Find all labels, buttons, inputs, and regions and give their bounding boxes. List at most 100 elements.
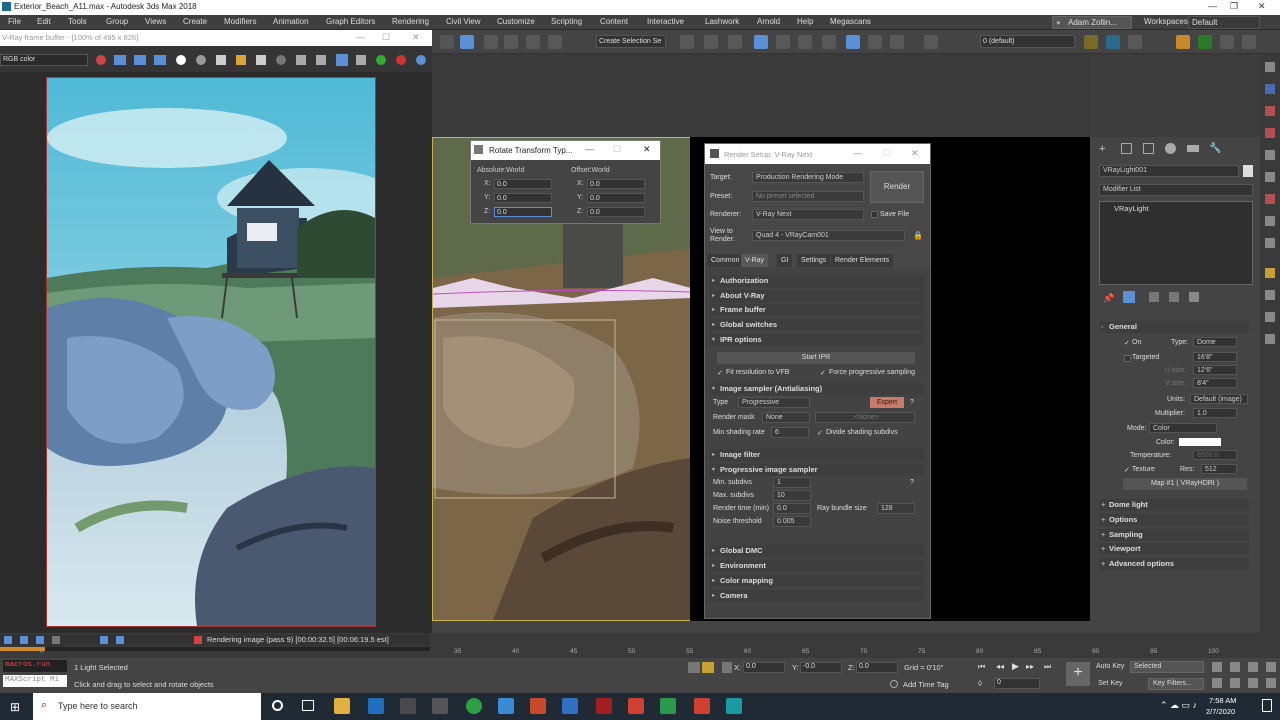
layer-manager-icon[interactable]	[924, 35, 938, 49]
target-dropdown[interactable]: Production Rendering Mode	[752, 172, 864, 183]
menu-modifiers[interactable]: Modifiers	[224, 17, 256, 26]
chrome-icon[interactable]	[466, 698, 482, 714]
render-refresh-icon[interactable]	[376, 55, 386, 65]
zoom-icon[interactable]	[1212, 662, 1222, 672]
object-color-swatch[interactable]	[1243, 165, 1253, 177]
menu-help[interactable]: Help	[797, 17, 813, 26]
forest-icon[interactable]	[1176, 35, 1190, 49]
material-editor-icon[interactable]	[822, 35, 836, 49]
app-icon-3[interactable]	[628, 698, 644, 714]
vsize-field[interactable]: 8'4"	[1193, 378, 1237, 388]
tool-icon-2[interactable]	[1265, 84, 1275, 94]
texture-checkbox[interactable]: ✓	[1124, 466, 1130, 474]
rollout-image-sampler[interactable]: Image sampler (Antialiasing)	[710, 383, 924, 395]
map-button[interactable]: Map #1 ( VRayHDRI )	[1123, 478, 1247, 490]
rollout-progressive-sampler[interactable]: Progressive image sampler	[710, 464, 924, 476]
lock-icon[interactable]: 🔒	[913, 231, 923, 240]
menu-lashwork[interactable]: Lashwork	[705, 17, 739, 26]
menu-interactive[interactable]: Interactive	[647, 17, 684, 26]
divide-shading-checkbox[interactable]: ✓	[817, 429, 823, 437]
vfb-close-icon[interactable]: ✕	[412, 32, 420, 43]
menu-civil-view[interactable]: Civil View	[446, 17, 481, 26]
layer-dropdown[interactable]: 0 (default)	[980, 35, 1075, 48]
multiplier-field[interactable]: 1.0	[1193, 408, 1237, 418]
min-subdivs-field[interactable]: 1	[773, 477, 811, 488]
selection-set-dropdown[interactable]: Create Selection Se	[596, 35, 666, 48]
targeted-field[interactable]: 16'8"	[1193, 352, 1237, 362]
hierarchy-tab-icon[interactable]	[1143, 143, 1154, 154]
vray-tools-icon[interactable]	[1128, 35, 1142, 49]
rotate-close-icon[interactable]: ✕	[643, 144, 651, 155]
preset-dropdown[interactable]: No preset selected	[752, 191, 864, 202]
view-to-render-dropdown[interactable]: Quad 4 - VRayCam001	[752, 230, 905, 241]
vfb-status-icon-5[interactable]	[100, 636, 108, 644]
powerpoint-icon[interactable]	[530, 698, 546, 714]
modifier-stack[interactable]: VRayLight	[1099, 201, 1253, 285]
vfb-status-icon-7[interactable]	[194, 636, 202, 644]
rollout-frame-buffer[interactable]: Frame buffer	[710, 304, 924, 316]
modifier-stack-item[interactable]: VRayLight	[1114, 204, 1149, 213]
store-icon[interactable]	[400, 698, 416, 714]
file-explorer-icon[interactable]	[334, 698, 350, 714]
renderer-dropdown[interactable]: V-Ray Next	[752, 209, 864, 220]
rollout-global-switches[interactable]: Global switches	[710, 319, 924, 331]
render-setup-minimize-icon[interactable]: —	[853, 148, 862, 158]
light-type-dropdown[interactable]: Dome	[1193, 337, 1237, 347]
modify-tab-icon[interactable]	[1121, 143, 1132, 154]
schematic-view-icon[interactable]	[798, 35, 812, 49]
menu-scripting[interactable]: Scripting	[551, 17, 582, 26]
app-icon-1[interactable]	[498, 698, 514, 714]
alpha-icon[interactable]	[176, 55, 186, 65]
menu-customize[interactable]: Customize	[497, 17, 535, 26]
timeline-ticks[interactable]: 0 35 40 45 50 55 60 65 70 75 80 85 90 95…	[40, 648, 1240, 657]
help-icon[interactable]: ?	[910, 399, 914, 406]
3dsmax-icon[interactable]	[726, 698, 742, 714]
vfb-channel-dropdown[interactable]: RGB color	[0, 54, 88, 66]
key-selection-dropdown[interactable]: Selected	[1130, 661, 1204, 673]
object-name-field[interactable]: VRayLight001	[1099, 165, 1239, 177]
remove-modifier-icon[interactable]	[1169, 292, 1179, 302]
region-icon[interactable]	[296, 55, 306, 65]
taskbar-search-box[interactable]: ⌕ Type here to search	[33, 693, 261, 720]
render-icon[interactable]	[890, 35, 904, 49]
angle-snap-icon[interactable]	[504, 35, 518, 49]
render-setup-icon[interactable]	[846, 35, 860, 49]
vfb-status-icon-2[interactable]	[20, 636, 28, 644]
rollout-camera[interactable]: Camera	[710, 590, 924, 602]
ipr-icon[interactable]	[416, 55, 426, 65]
mirror-icon[interactable]	[680, 35, 694, 49]
app-icon-4[interactable]	[694, 698, 710, 714]
maximize-viewport-icon[interactable]	[1266, 678, 1276, 688]
green-channel-icon[interactable]	[134, 55, 146, 65]
tool-icon-10[interactable]	[1265, 268, 1275, 278]
key-mode-icon[interactable]: ◊	[978, 679, 982, 688]
layer-icon[interactable]	[728, 35, 742, 49]
rollout-sampling[interactable]: Sampling	[1099, 529, 1249, 541]
sampler-type-dropdown[interactable]: Progressive	[738, 397, 810, 408]
grid-icon[interactable]	[1242, 35, 1256, 49]
menu-edit[interactable]: Edit	[37, 17, 51, 26]
rendered-image[interactable]	[46, 77, 376, 627]
tool-icon[interactable]	[1220, 35, 1234, 49]
vfb-status-icon-1[interactable]	[4, 636, 12, 644]
set-key-button[interactable]: Set Key	[1098, 680, 1123, 687]
render-time-field[interactable]: 0.0	[773, 503, 811, 514]
save-file-checkbox[interactable]	[871, 211, 878, 218]
maxscript-listener-1[interactable]: macros.run	[3, 660, 67, 672]
vfb-status-icon-3[interactable]	[36, 636, 44, 644]
tab-gi[interactable]: GI	[777, 254, 793, 267]
set-key-big-button[interactable]: +	[1066, 662, 1090, 686]
menu-animation[interactable]: Animation	[273, 17, 309, 26]
rollout-image-filter[interactable]: Image filter	[710, 449, 924, 461]
start-ipr-button[interactable]: Start IPR	[717, 352, 915, 364]
menu-megascans[interactable]: Megascans	[830, 17, 871, 26]
orbit-icon[interactable]	[1248, 678, 1258, 688]
max-subdivs-field[interactable]: 10	[773, 490, 811, 501]
maxscript-listener-2[interactable]: MAXScript Mi	[3, 675, 67, 687]
isolate-icon[interactable]	[688, 662, 700, 673]
red-channel-icon[interactable]	[114, 55, 126, 65]
menu-content[interactable]: Content	[600, 17, 628, 26]
rotate-minimize-icon[interactable]: —	[585, 144, 594, 154]
tool-icon-11[interactable]	[1265, 290, 1275, 300]
tool-icon-5[interactable]	[1265, 150, 1275, 160]
